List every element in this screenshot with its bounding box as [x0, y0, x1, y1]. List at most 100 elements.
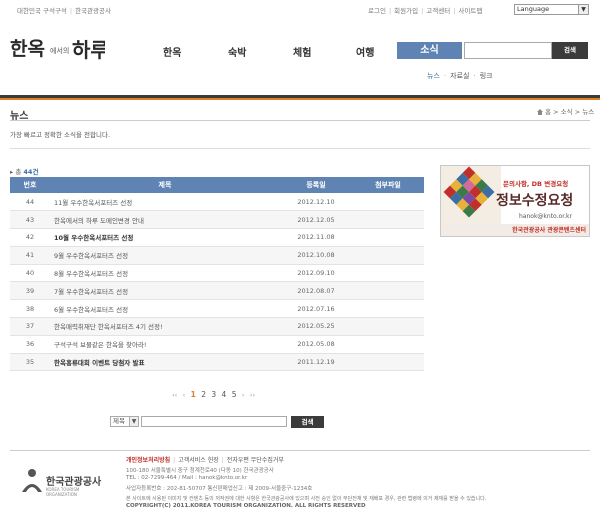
col-number: 번호 [10, 177, 50, 193]
table-header-row: 번호 제목 등록일 첨부파일 [10, 177, 424, 193]
row-date: 2012.07.16 [280, 299, 352, 319]
page-5[interactable]: 5 [232, 390, 237, 399]
row-number: 43 [10, 210, 50, 230]
subnav-archive[interactable]: 자료실 [450, 72, 469, 80]
row-date: 2012.05.25 [280, 317, 352, 336]
row-subject-link[interactable]: 9월 우수한옥서포터즈 선정 [50, 246, 280, 265]
page-4[interactable]: 4 [222, 390, 227, 399]
link-kto[interactable]: 한국관광공사 [75, 7, 111, 15]
gnb-hanok[interactable]: 한옥 [163, 44, 181, 59]
prev-page-button[interactable]: ‹ [183, 391, 186, 399]
row-subject-link[interactable]: 한옥매력취재단 한옥서포터즈 4기 선정! [50, 317, 280, 336]
login-link[interactable]: 로그인 [368, 7, 386, 15]
footer-copyright: COPYRIGHT(C) 2011.KOREA TOURISM ORGANIZA… [126, 503, 366, 509]
row-date: 2012.05.08 [280, 335, 352, 354]
subnav-links[interactable]: 링크 [480, 72, 493, 80]
next-page-button[interactable]: › [242, 391, 245, 399]
sub-navigation: 뉴스 · 자료실 · 링크 [427, 72, 493, 80]
row-number: 35 [10, 353, 50, 372]
board-search-input[interactable] [141, 416, 287, 427]
board-search-button[interactable]: 검색 [291, 416, 324, 428]
site-logo[interactable]: 한옥 에서의 하루 [10, 34, 105, 64]
first-page-button[interactable]: ‹‹ [172, 391, 177, 399]
calligraphy-logo-icon: 한옥 에서의 하루 [10, 38, 105, 62]
header-divider-orange [0, 98, 600, 100]
customer-center-link[interactable]: 고객센터 [426, 7, 450, 15]
svg-text:하루: 하루 [72, 38, 105, 62]
link-korea-travel[interactable]: 대한민국 구석구석 [17, 7, 67, 15]
subnav-news[interactable]: 뉴스 [427, 72, 440, 80]
patchwork-pattern-icon [441, 166, 501, 224]
row-attachment [352, 193, 424, 212]
language-select-value: Language [517, 5, 550, 13]
info-update-banner[interactable]: 문의사항, DB 변경요청 정보수정요청 hanok@knto.or.kr 한국… [440, 165, 590, 237]
page-1-current[interactable]: 1 [191, 390, 196, 399]
language-select[interactable]: Language ▼ [514, 4, 589, 15]
row-date: 2012.12.05 [280, 210, 352, 230]
banner-inquiry-text: 문의사항, DB 변경요청 [503, 180, 569, 188]
row-subject-link[interactable]: 한옥에서의 하루 도메인변경 안내 [50, 210, 280, 230]
page-description: 가장 빠르고 정확한 소식을 전합니다. [10, 131, 111, 139]
row-subject-link[interactable]: 10월 우수한옥서포터즈 선정 [50, 228, 280, 247]
table-row: 36 구석구석 보물같은 한옥을 찾아라! 2012.05.08 [10, 335, 424, 354]
row-subject-link[interactable]: 11월 우수한옥서포터즈 선정 [50, 193, 280, 212]
table-row: 41 9월 우수한옥서포터즈 선정 2012.10.08 [10, 246, 424, 265]
breadcrumb-news-section[interactable]: 소식 [561, 108, 573, 116]
search-field-select[interactable]: 제목 ▼ [110, 416, 139, 427]
chevron-down-icon: ▼ [129, 417, 138, 426]
breadcrumb-home[interactable]: 홈 [545, 108, 551, 116]
row-attachment [352, 246, 424, 265]
footer-divider [10, 450, 590, 451]
row-attachment [352, 264, 424, 283]
row-date: 2012.11.08 [280, 228, 352, 247]
privacy-policy-link[interactable]: 개인정보처리방침 [126, 457, 170, 464]
service-charter-link[interactable]: 고객서비스 헌장 [178, 457, 219, 464]
sitemap-link[interactable]: 사이트맵 [458, 7, 482, 15]
row-subject-link[interactable]: 한옥홍류대회 이벤트 당첨자 발표 [50, 353, 280, 372]
row-number: 41 [10, 246, 50, 265]
row-date: 2012.09.10 [280, 264, 352, 283]
home-icon [537, 109, 543, 115]
signup-link[interactable]: 회원가입 [394, 7, 418, 15]
utility-bar: 대한민국 구석구석 | 한국관광공사 로그인 | 회원가입 | 고객센터 | 사이트맵 Lang… [0, 0, 600, 18]
page-2[interactable]: 2 [201, 390, 206, 399]
footer-org-eng: KOREA TOURISM ORGANIZATION [46, 487, 80, 497]
total-number: 44건 [23, 168, 39, 176]
header-search-input[interactable] [464, 42, 552, 59]
row-subject-link[interactable]: 6월 우수한옥서포터즈 선정 [50, 299, 280, 319]
row-subject-link[interactable]: 7월 우수한옥서포터즈 선정 [50, 281, 280, 301]
banner-title: 정보수정요청 [496, 193, 574, 209]
table-row: 44 11월 우수한옥서포터즈 선정 2012.12.10 [10, 193, 424, 212]
search-field-value: 제목 [113, 417, 125, 425]
row-subject-link[interactable]: 구석구석 보물같은 한옥을 찾아라! [50, 335, 280, 354]
table-row: 42 10월 우수한옥서포터즈 선정 2012.11.08 [10, 228, 424, 247]
title-divider [10, 120, 590, 121]
footer-contact: TEL : 02-7299-464 / Mail : hanok@knto.or… [126, 475, 248, 481]
banner-email: hanok@knto.or.kr [519, 213, 572, 220]
gnb-news-active[interactable]: 소식 [397, 42, 462, 59]
table-row: 39 7월 우수한옥서포터즈 선정 2012.08.07 [10, 281, 424, 301]
email-collection-refusal-link[interactable]: 전자우편 무단수집거부 [227, 457, 284, 464]
row-date: 2012.12.10 [280, 193, 352, 212]
row-date: 2012.08.07 [280, 281, 352, 301]
last-page-button[interactable]: ›› [250, 391, 255, 399]
kto-emblem-icon [22, 469, 42, 492]
gnb-experience[interactable]: 체험 [293, 44, 311, 59]
gnb-travel[interactable]: 여행 [356, 44, 374, 59]
row-number: 42 [10, 228, 50, 247]
col-subject: 제목 [50, 177, 280, 193]
family-links: 대한민국 구석구석 | 한국관광공사 [17, 7, 111, 15]
page-3[interactable]: 3 [211, 390, 216, 399]
row-subject-link[interactable]: 8월 우수한옥서포터즈 선정 [50, 264, 280, 283]
header-search-button[interactable]: 검색 [552, 42, 588, 59]
row-date: 2012.10.08 [280, 246, 352, 265]
table-row: 43 한옥에서의 하루 도메인변경 안내 2012.12.05 [10, 210, 424, 230]
chevron-down-icon: ▼ [578, 5, 588, 14]
row-attachment [352, 335, 424, 354]
row-attachment [352, 317, 424, 336]
footer-org-name: 한국관광공사 [46, 477, 102, 488]
bullet-icon: ▸ [10, 168, 14, 176]
svg-text:에서의: 에서의 [50, 46, 69, 55]
table-row: 35 한옥홍류대회 이벤트 당첨자 발표 2011.12.19 [10, 353, 424, 372]
gnb-lodging[interactable]: 숙박 [228, 44, 246, 59]
